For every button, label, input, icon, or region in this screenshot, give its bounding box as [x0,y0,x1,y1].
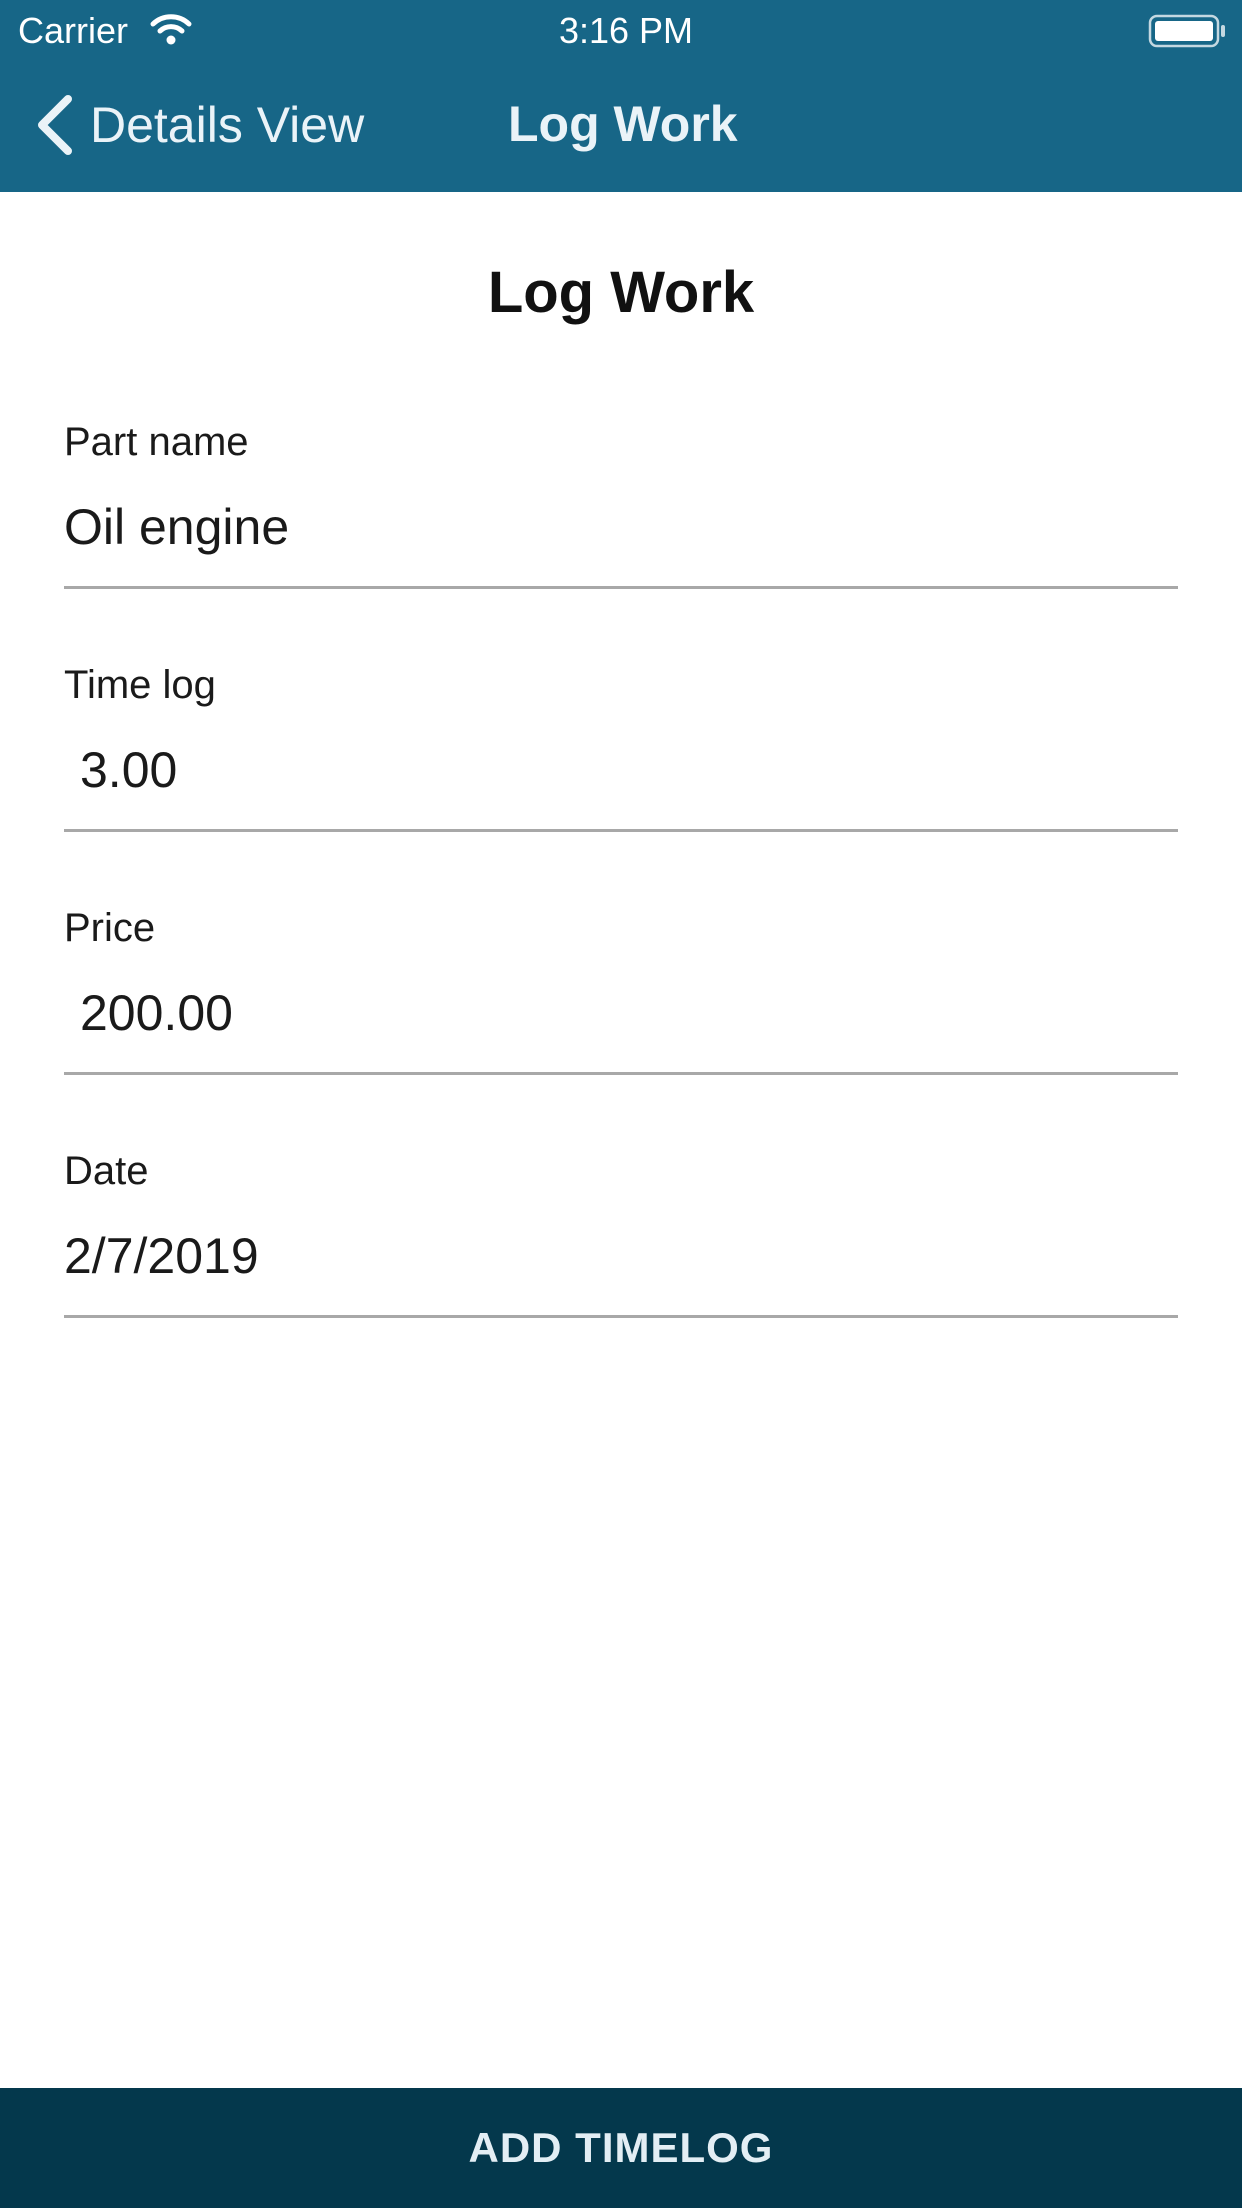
back-button[interactable]: Details View [34,90,364,160]
navigation-bar: Details View Log Work [0,62,1242,192]
part-name-input[interactable] [64,492,1178,562]
part-name-underline [64,586,1178,589]
date-underline [64,1315,1178,1318]
price-underline [64,1072,1178,1075]
battery-icon [1148,14,1225,48]
chevron-left-icon [38,95,72,155]
add-timelog-button[interactable]: ADD TIMELOG [0,2088,1242,2208]
date-input[interactable] [64,1221,1178,1291]
price-input[interactable] [64,978,1178,1048]
time-log-label: Time log [64,663,216,707]
app-header: Carrier 3:16 PM Details View Log Work [0,0,1242,192]
time-log-underline [64,829,1178,832]
time-log-input[interactable] [64,735,1178,805]
price-label: Price [64,906,156,950]
part-name-label: Part name [64,420,249,464]
back-button-label: Details View [90,97,365,153]
status-bar: Carrier 3:16 PM [0,0,1242,62]
date-label: Date [64,1149,149,1193]
status-time: 3:16 PM [558,10,694,51]
nav-title: Log Work [508,96,738,152]
page-title: Log Work [487,260,755,325]
